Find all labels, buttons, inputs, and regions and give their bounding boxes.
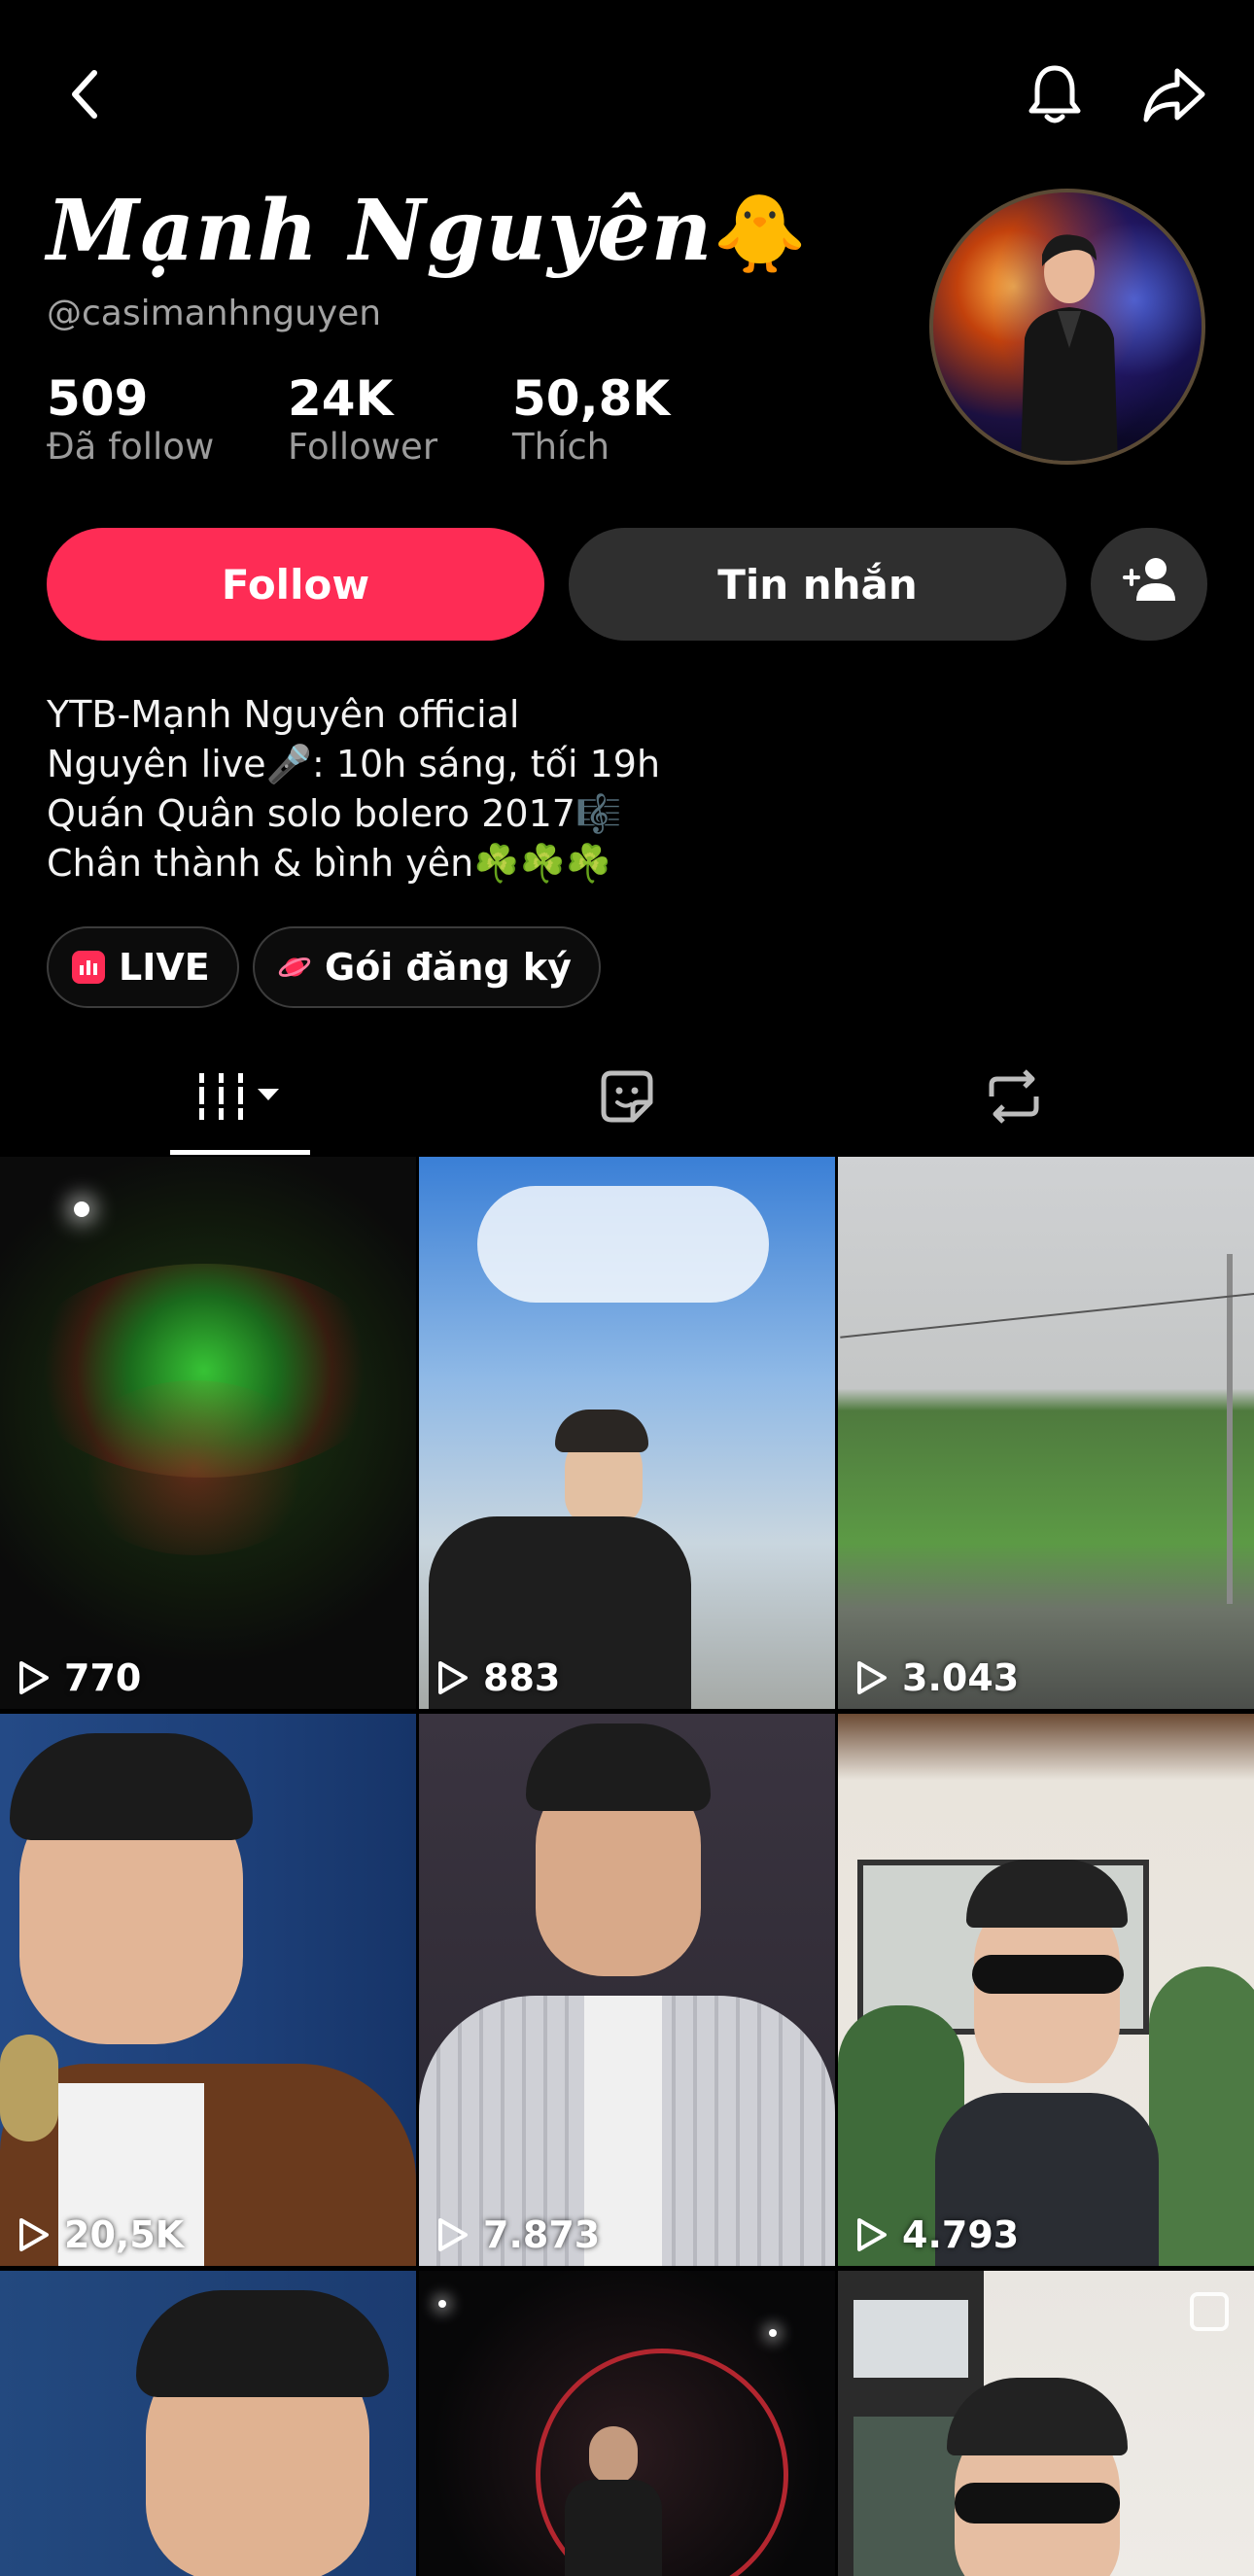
following-stat[interactable]: 509 Đã follow (47, 371, 214, 469)
view-count: 4.793 (855, 2213, 1019, 2256)
video-thumbnail[interactable]: 20,5K (0, 1714, 416, 2266)
share-arrow-icon (1142, 65, 1206, 123)
play-icon (857, 1661, 887, 1694)
follow-button[interactable]: Follow (47, 528, 544, 641)
video-thumbnail[interactable] (0, 2271, 416, 2576)
following-count: 509 (47, 370, 149, 427)
display-name: Mạnh Nguyên🐥 (47, 182, 809, 280)
add-person-icon (1121, 556, 1177, 612)
play-icon (438, 1661, 468, 1694)
live-bars-icon (72, 951, 105, 984)
tab-videos[interactable] (31, 1045, 449, 1152)
multi-image-icon (1190, 2292, 1229, 2331)
bio-line: YTB-Mạnh Nguyên official (47, 693, 520, 736)
play-icon (857, 2218, 887, 2251)
username-handle: @casimanhnguyen (47, 294, 382, 333)
avatar-person-figure (1021, 234, 1118, 461)
repost-icon (982, 1067, 1046, 1130)
video-thumbnail[interactable] (838, 2271, 1254, 2576)
tab-liked[interactable] (418, 1045, 836, 1152)
bio: YTB-Mạnh Nguyên official Nguyên live🎤: 1… (47, 690, 660, 888)
add-friend-button[interactable] (1091, 528, 1207, 641)
share-button[interactable] (1131, 51, 1218, 138)
likes-stat[interactable]: 50,8K Thích (512, 371, 670, 469)
view-count: 3.043 (855, 1656, 1019, 1699)
chevron-left-icon (65, 67, 104, 122)
view-count: 20,5K (17, 2213, 184, 2256)
subscription-chip-label: Gói đăng ký (325, 946, 572, 989)
message-button[interactable]: Tin nhắn (569, 528, 1066, 641)
avatar[interactable] (929, 189, 1205, 465)
tab-reposts[interactable] (805, 1045, 1223, 1152)
likes-label: Thích (512, 426, 610, 468)
planet-icon (278, 951, 311, 984)
notification-button[interactable] (1011, 51, 1098, 138)
play-icon (19, 2218, 49, 2251)
bio-line: Nguyên live🎤: 10h sáng, tối 19h (47, 743, 661, 785)
active-tab-indicator (170, 1150, 310, 1155)
likes-count: 50,8K (512, 370, 671, 427)
view-count: 7.873 (436, 2213, 600, 2256)
liked-sticker-icon (598, 1067, 656, 1130)
subscription-chip[interactable]: Gói đăng ký (253, 926, 601, 1008)
live-chip-label: LIVE (119, 946, 210, 989)
play-icon (19, 1661, 49, 1694)
live-chip[interactable]: LIVE (47, 926, 239, 1008)
back-button[interactable] (41, 51, 128, 138)
bell-icon (1026, 62, 1084, 126)
followers-stat[interactable]: 24K Follower (288, 371, 437, 469)
video-thumbnail[interactable] (419, 2271, 835, 2576)
chick-emoji: 🐥 (713, 190, 809, 278)
view-count: 770 (17, 1656, 141, 1699)
videos-grid-icon (193, 1069, 287, 1128)
following-label: Đã follow (47, 426, 215, 468)
video-thumbnail[interactable]: 770 (0, 1157, 416, 1709)
bio-line: Chân thành & bình yên☘️☘️☘️ (47, 842, 612, 885)
video-thumbnail[interactable]: 7.873 (419, 1714, 835, 2266)
video-thumbnail[interactable]: 883 (419, 1157, 835, 1709)
video-thumbnail[interactable]: 3.043 (838, 1157, 1254, 1709)
view-count: 883 (436, 1656, 560, 1699)
followers-count: 24K (288, 370, 394, 427)
video-thumbnail[interactable]: 4.793 (838, 1714, 1254, 2266)
play-icon (438, 2218, 468, 2251)
bio-line: Quán Quân solo bolero 2017🎼 (47, 792, 622, 835)
followers-label: Follower (288, 426, 438, 468)
